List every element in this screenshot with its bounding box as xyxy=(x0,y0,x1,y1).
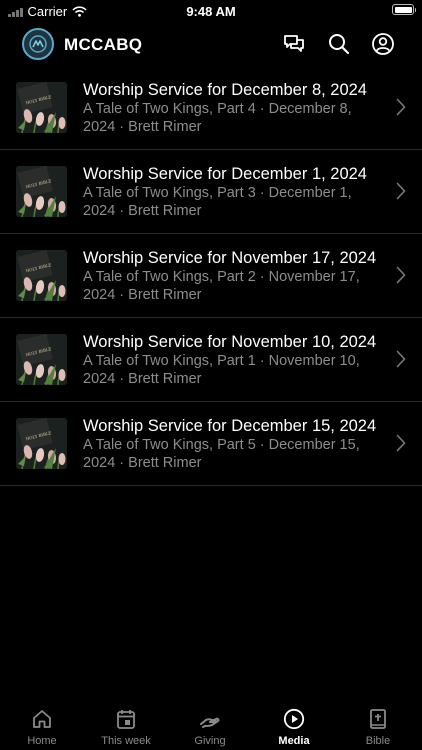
sermon-subtitle: A Tale of Two Kings, Part 1 · November 1… xyxy=(83,353,360,387)
tab-bible[interactable]: Bible xyxy=(336,702,420,750)
status-bar: Carrier 9:48 AM xyxy=(0,0,422,22)
bible-icon xyxy=(370,709,386,729)
logo-mark-icon xyxy=(29,35,47,53)
sermon-list: HOLY BIBLE Worship Service for December … xyxy=(0,66,422,486)
tab-label: Giving xyxy=(194,735,226,747)
tab-media[interactable]: Media xyxy=(252,702,336,750)
chevron-right-icon xyxy=(396,434,406,452)
search-icon[interactable] xyxy=(327,32,351,56)
chevron-right-icon xyxy=(396,266,406,284)
sermon-title: Worship Service for December 15, 2024 xyxy=(83,417,377,435)
sermon-row[interactable]: HOLY BIBLE Worship Service for December … xyxy=(0,402,422,486)
tab-giving[interactable]: Giving xyxy=(168,702,252,750)
home-icon xyxy=(33,710,51,728)
sermon-subtitle: A Tale of Two Kings, Part 3 · December 1… xyxy=(83,185,352,219)
calendar-icon xyxy=(117,710,135,729)
tab-this-week[interactable]: This week xyxy=(84,702,168,750)
sermon-subtitle: A Tale of Two Kings, Part 2 · November 1… xyxy=(83,269,360,303)
sermon-thumbnail: HOLY BIBLE xyxy=(16,166,67,217)
account-icon[interactable] xyxy=(371,32,395,56)
tab-bar: Home This week Giving Media Bible xyxy=(0,702,422,750)
sermon-row[interactable]: HOLY BIBLE Worship Service for November … xyxy=(0,318,422,402)
sermon-title: Worship Service for November 17, 2024 xyxy=(83,249,377,267)
sermon-row[interactable]: HOLY BIBLE Worship Service for December … xyxy=(0,66,422,150)
tab-label: Media xyxy=(278,735,310,747)
chevron-right-icon xyxy=(396,350,406,368)
app-header: MCCABQ xyxy=(0,22,422,66)
sermon-thumbnail: HOLY BIBLE xyxy=(16,334,67,385)
chevron-right-icon xyxy=(396,182,406,200)
status-time: 9:48 AM xyxy=(186,4,236,19)
tab-label: Home xyxy=(27,735,57,747)
app-title: MCCABQ xyxy=(64,35,143,54)
play-circle-icon xyxy=(283,708,305,730)
sermon-thumbnail: HOLY BIBLE xyxy=(16,82,67,133)
sermon-thumbnail: HOLY BIBLE xyxy=(16,418,67,469)
tab-home[interactable]: Home xyxy=(0,702,84,750)
tab-label: This week xyxy=(101,735,151,747)
sermon-title: Worship Service for December 1, 2024 xyxy=(83,165,367,183)
chevron-right-icon xyxy=(396,98,406,116)
tab-label: Bible xyxy=(365,735,391,747)
battery-icon xyxy=(392,4,416,15)
sermon-title: Worship Service for December 8, 2024 xyxy=(83,81,367,99)
sermon-row[interactable]: HOLY BIBLE Worship Service for November … xyxy=(0,234,422,318)
sermon-row[interactable]: HOLY BIBLE Worship Service for December … xyxy=(0,150,422,234)
sermon-subtitle: A Tale of Two Kings, Part 5 · December 1… xyxy=(83,437,360,471)
giving-hand-icon xyxy=(200,717,220,728)
sermon-thumbnail: HOLY BIBLE xyxy=(16,250,67,301)
sermon-title: Worship Service for November 10, 2024 xyxy=(83,333,377,351)
chat-icon[interactable] xyxy=(282,32,306,56)
church-logo[interactable] xyxy=(22,28,54,60)
sermon-subtitle: A Tale of Two Kings, Part 4 · December 8… xyxy=(83,101,352,135)
